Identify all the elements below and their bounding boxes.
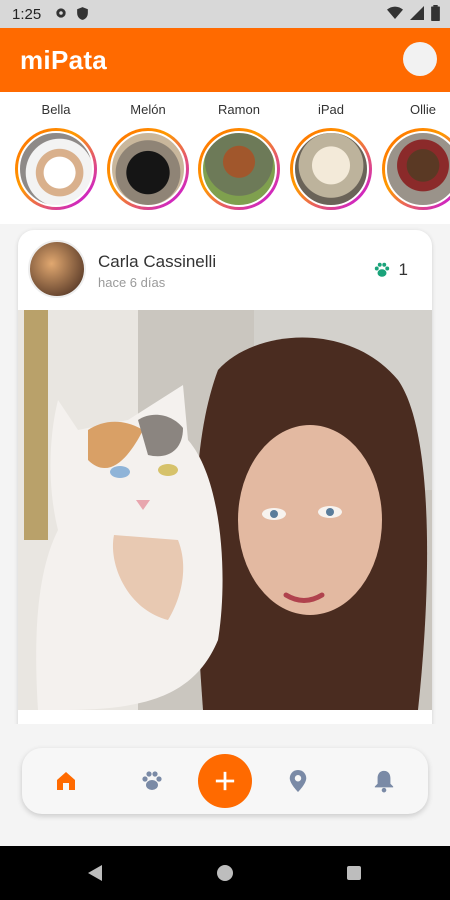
app-bar: miPata bbox=[0, 28, 450, 92]
status-time: 1:25 bbox=[12, 6, 42, 23]
add-icon bbox=[215, 771, 235, 791]
story-name: Bella bbox=[41, 102, 71, 117]
profile-avatar[interactable] bbox=[403, 42, 437, 76]
pet-stories: Bella Melón Ramon iPad Ollie bbox=[0, 92, 450, 224]
system-nav-bar bbox=[0, 846, 450, 900]
post-card[interactable]: Carla Cassinelli hace 6 días 1 bbox=[18, 230, 432, 750]
status-bar: 1:25 bbox=[0, 0, 450, 28]
bottom-nav-area bbox=[0, 724, 450, 846]
story-bella[interactable]: Bella bbox=[13, 102, 99, 210]
story-ramon[interactable]: Ramon bbox=[196, 102, 282, 210]
story-photo bbox=[201, 131, 277, 207]
wifi-icon bbox=[387, 6, 403, 20]
story-ollie[interactable]: Ollie bbox=[380, 102, 450, 210]
nav-notifications[interactable] bbox=[355, 748, 413, 814]
bell-icon bbox=[374, 770, 394, 793]
story-melon[interactable]: Melón bbox=[105, 102, 191, 210]
home-circle-icon[interactable] bbox=[216, 864, 234, 882]
app-logo: miPata bbox=[20, 45, 108, 75]
battery-icon bbox=[431, 5, 440, 21]
home-icon bbox=[57, 772, 75, 790]
story-name: Ollie bbox=[409, 102, 436, 117]
gear-icon bbox=[56, 8, 66, 18]
story-ipad[interactable]: iPad bbox=[288, 102, 374, 210]
add-post-button[interactable] bbox=[198, 754, 252, 808]
story-name: Melón bbox=[130, 102, 166, 117]
post-time: hace 6 días bbox=[98, 275, 166, 290]
like-button[interactable]: 1 bbox=[373, 260, 408, 280]
back-icon[interactable] bbox=[86, 864, 104, 882]
recents-icon[interactable] bbox=[346, 865, 362, 881]
nav-pets[interactable] bbox=[123, 748, 181, 814]
paw-icon bbox=[142, 771, 162, 790]
story-photo bbox=[18, 131, 94, 207]
shield-icon bbox=[77, 7, 88, 20]
post-photo[interactable] bbox=[18, 310, 432, 710]
story-photo bbox=[385, 131, 450, 207]
author-avatar[interactable] bbox=[28, 240, 86, 298]
story-name: Ramon bbox=[218, 102, 260, 117]
nav-home[interactable] bbox=[37, 748, 95, 814]
author-name[interactable]: Carla Cassinelli bbox=[98, 252, 216, 272]
location-icon bbox=[289, 770, 307, 792]
paw-icon bbox=[374, 262, 389, 277]
story-photo bbox=[110, 131, 186, 207]
like-count: 1 bbox=[398, 260, 408, 279]
bottom-nav bbox=[22, 748, 428, 814]
signal-icon bbox=[410, 6, 424, 20]
story-name: iPad bbox=[317, 102, 345, 117]
nav-map[interactable] bbox=[269, 748, 327, 814]
story-photo bbox=[293, 131, 369, 207]
